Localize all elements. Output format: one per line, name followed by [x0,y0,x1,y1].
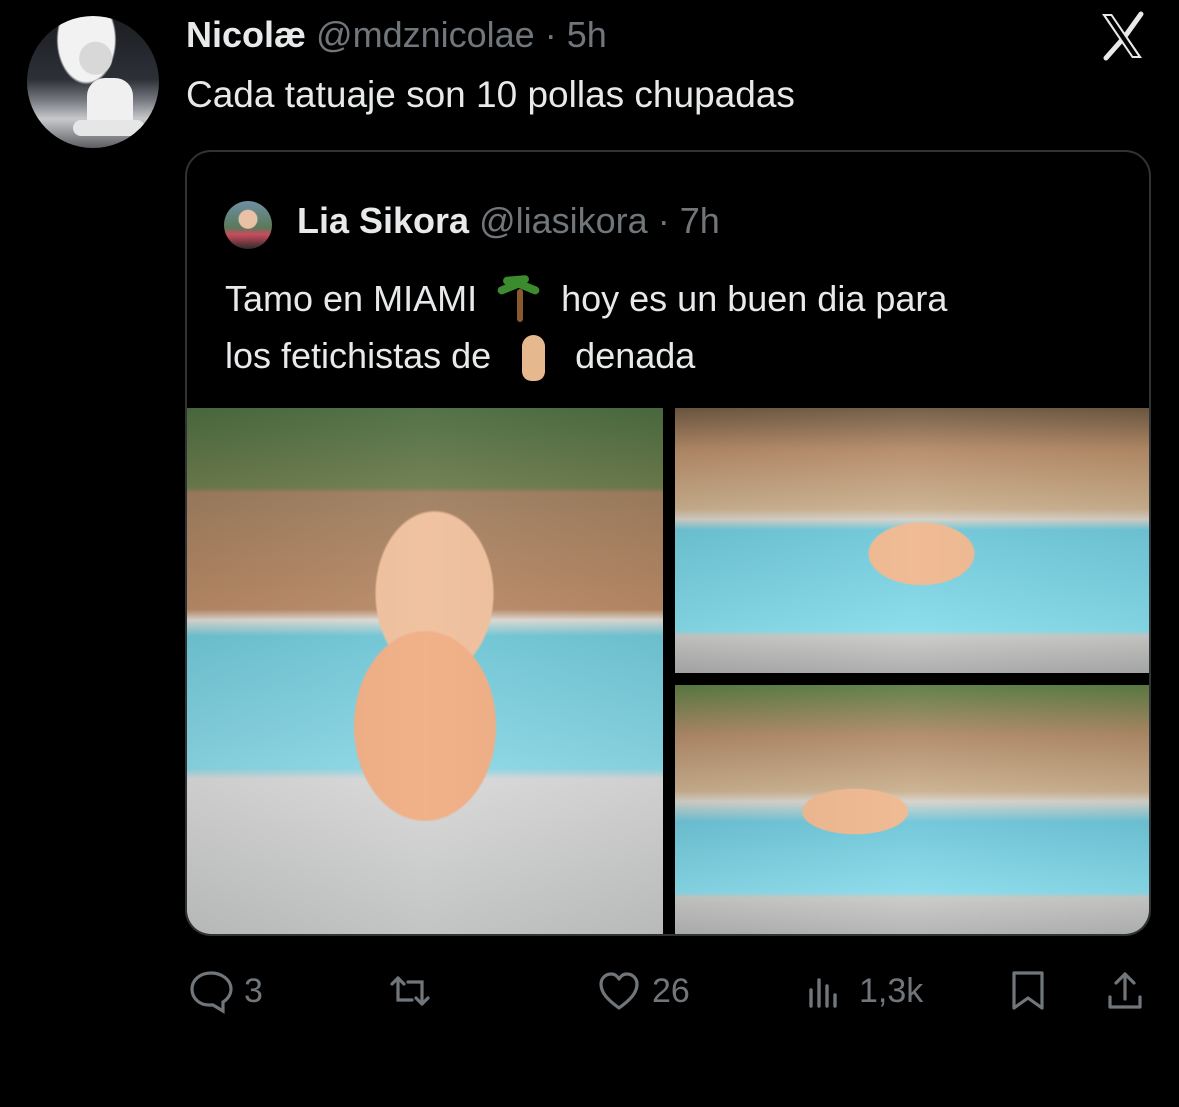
analytics-icon [809,978,837,1008]
quoted-author-handle[interactable]: @liasikora [479,200,648,241]
quoted-author-name[interactable]: Lia Sikora [297,200,469,241]
quoted-tweet-text: Tamo en MIAMI hoy es un buen dia para lo… [225,270,1125,384]
heart-icon [599,972,639,1010]
quoted-text-line1-part1: Tamo en MIAMI [225,278,478,319]
profile-avatar[interactable] [27,16,159,148]
author-name[interactable]: Nicolæ [186,14,306,55]
x-logo-icon [1102,11,1144,61]
reply-icon [190,971,233,1014]
quoted-tweet[interactable]: Lia Sikora @liasikora · 7h Tamo en MIAMI… [185,150,1151,936]
quoted-media-grid[interactable] [187,408,1149,934]
bookmark-button[interactable] [1005,966,1051,1016]
reply-button[interactable]: 3 [188,966,263,1016]
quoted-header-separator: · [657,200,670,241]
reply-count: 3 [244,971,263,1010]
quoted-photo-3[interactable] [675,685,1149,934]
like-button[interactable]: 26 [596,966,690,1016]
quoted-text-line2-part1: los fetichistas de [225,335,492,376]
tweet-header: Nicolæ @mdznicolae · 5h [186,14,607,56]
tweet-actions: 3 26 1,3k [0,966,1179,1016]
tweet-text: Cada tatuaje son 10 pollas chupadas [186,74,795,115]
share-icon [1108,972,1142,1009]
quoted-photo-1[interactable] [187,408,663,934]
quoted-text-line2-part2: denada [575,335,696,376]
quoted-author-avatar[interactable] [224,201,272,249]
views-button[interactable]: 1,3k [803,966,923,1016]
share-button[interactable] [1102,966,1148,1016]
quoted-tweet-time[interactable]: 7h [680,200,720,241]
author-handle[interactable]: @mdznicolae [316,14,535,55]
bookmark-icon [1012,971,1044,1010]
header-separator: · [544,14,557,55]
view-count: 1,3k [859,971,924,1010]
quoted-photo-2[interactable] [675,408,1149,673]
quoted-text-line1-part2: hoy es un buen dia para [561,278,948,319]
retweet-icon [390,976,430,1006]
foot-icon [507,328,559,381]
avatar-person-legs [73,120,145,136]
tweet-time[interactable]: 5h [567,14,607,55]
retweet-button[interactable] [387,966,443,1016]
palm-tree-icon [493,271,545,322]
like-count: 26 [652,971,690,1010]
quoted-tweet-header: Lia Sikora @liasikora · 7h [297,200,720,242]
